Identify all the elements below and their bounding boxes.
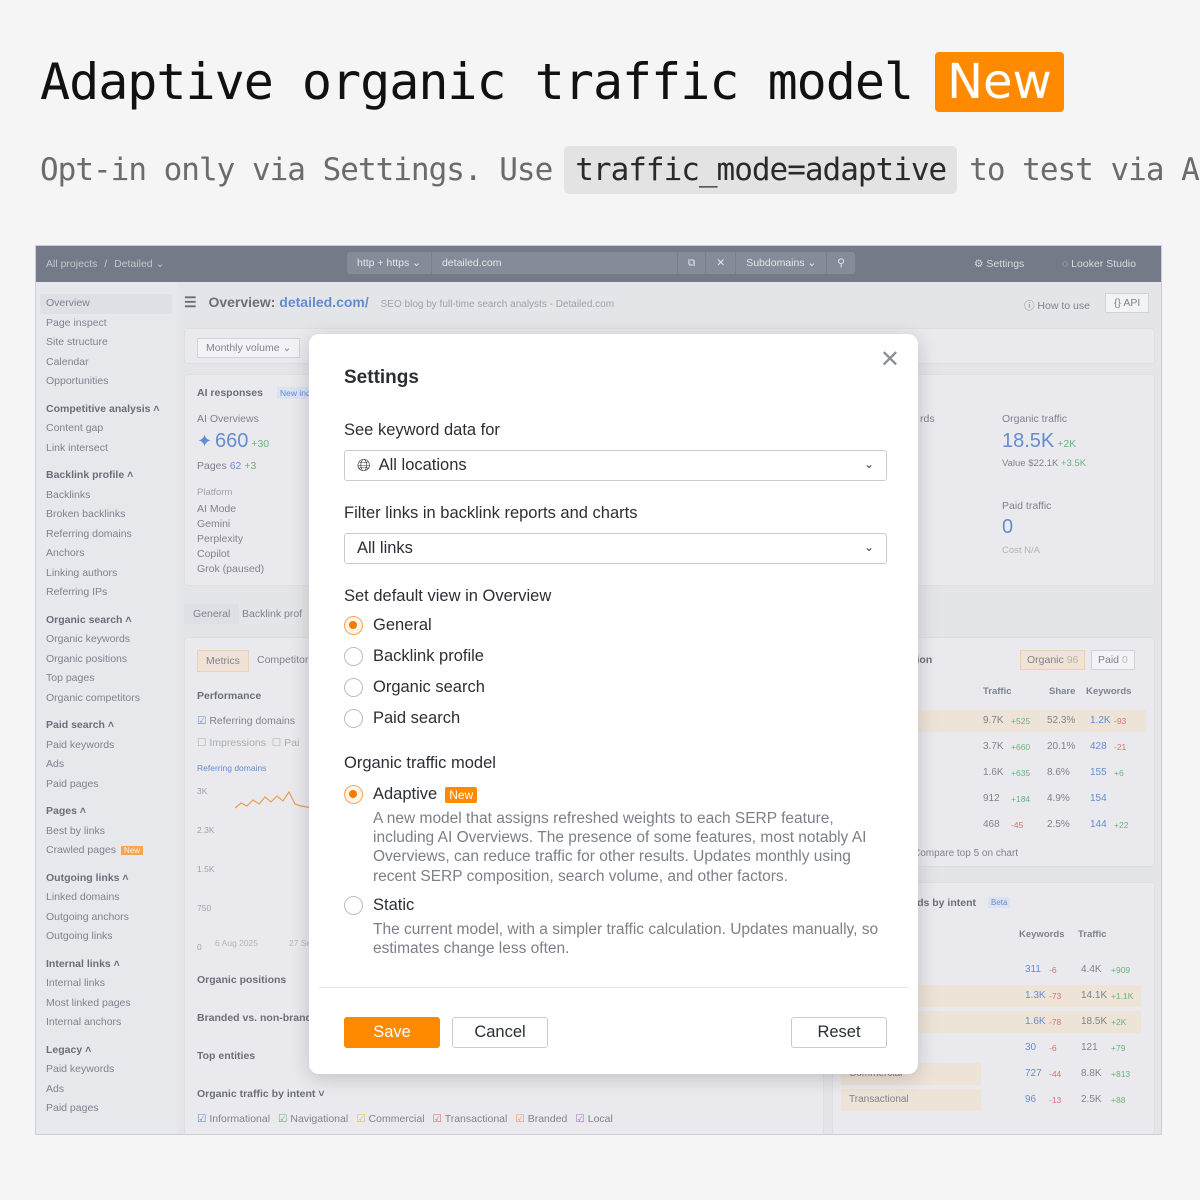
subtitle-code: traffic_mode=adaptive [564, 146, 958, 194]
new-badge: New [445, 786, 478, 803]
settings-modal: ✕ Settings See keyword data for 🌐︎ All l… [309, 334, 918, 1074]
radio-empty-icon [344, 678, 363, 697]
radio-backlink-profile[interactable]: Backlink profile [344, 647, 484, 666]
radio-checked-icon [344, 616, 363, 635]
filter-label: Filter links in backlink reports and cha… [344, 504, 638, 522]
default-view-label: Set default view in Overview [344, 587, 552, 605]
radio-static[interactable]: Static [344, 896, 414, 915]
static-description: The current model, with a simpler traffi… [373, 921, 879, 958]
subtitle-pre: Opt-in only via Settings. Use [40, 152, 553, 188]
locations-select[interactable]: 🌐︎ All locations ⌄ [344, 450, 887, 481]
cancel-button[interactable]: Cancel [452, 1017, 548, 1048]
links-filter-select[interactable]: All links ⌄ [344, 533, 887, 564]
subtitle-post: to test via API [969, 152, 1200, 188]
radio-general[interactable]: General [344, 616, 432, 635]
chevron-down-icon: ⌄ [863, 540, 874, 554]
radio-empty-icon [344, 896, 363, 915]
hero-title: Adaptive organic traffic model [40, 53, 914, 111]
radio-paid-search[interactable]: Paid search [344, 709, 460, 728]
radio-empty-icon [344, 647, 363, 666]
new-badge: New [935, 52, 1064, 112]
globe-icon: 🌐︎ [357, 455, 371, 475]
adaptive-description: A new model that assigns refreshed weigh… [373, 810, 867, 885]
keyword-label: See keyword data for [344, 421, 500, 439]
traffic-model-label: Organic traffic model [344, 754, 496, 772]
modal-title: Settings [344, 367, 419, 388]
radio-adaptive[interactable]: Adaptive New [344, 785, 478, 804]
hero-subtitle: Opt-in only via Settings. Use traffic_mo… [40, 146, 1200, 194]
radio-organic-search[interactable]: Organic search [344, 678, 485, 697]
radio-empty-icon [344, 709, 363, 728]
reset-button[interactable]: Reset [791, 1017, 887, 1048]
chevron-down-icon: ⌄ [863, 457, 874, 471]
hero: Adaptive organic traffic model New [40, 52, 1064, 112]
modal-divider [319, 987, 908, 988]
save-button[interactable]: Save [344, 1017, 440, 1048]
radio-checked-icon [344, 785, 363, 804]
close-icon[interactable]: ✕ [880, 348, 900, 372]
